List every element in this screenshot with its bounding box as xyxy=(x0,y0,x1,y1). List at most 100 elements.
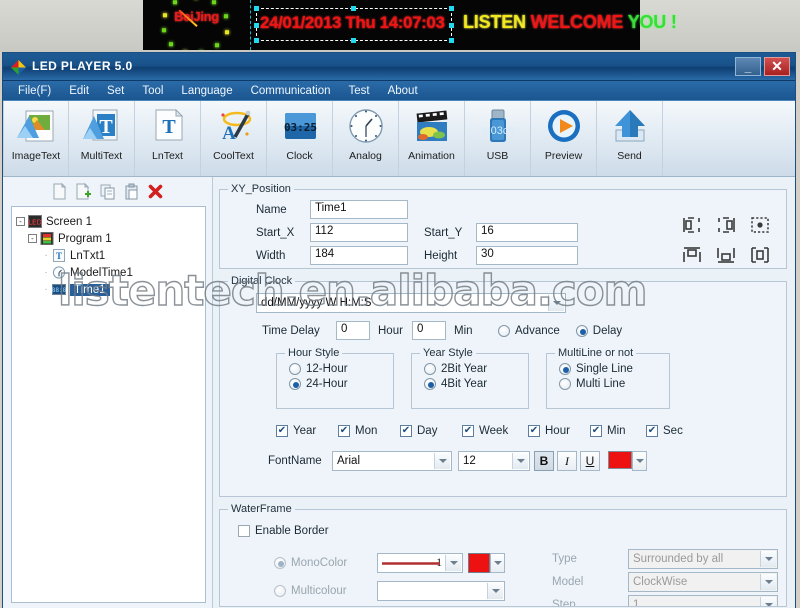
checkbox-year[interactable]: ✔ Year xyxy=(276,425,338,437)
monocolor-dropdown[interactable] xyxy=(490,553,505,573)
radio-24-hour[interactable] xyxy=(289,378,301,390)
enable-border-option[interactable]: Enable Border xyxy=(228,525,778,537)
checkbox-box[interactable]: ✔ xyxy=(528,425,540,437)
enable-border-checkbox[interactable] xyxy=(238,525,250,537)
checkbox-box[interactable]: ✔ xyxy=(338,425,350,437)
delay-radio[interactable] xyxy=(575,324,588,337)
advance-radio-option[interactable]: Advance xyxy=(498,324,560,337)
font-color-picker[interactable] xyxy=(608,451,647,471)
menu-test[interactable]: Test xyxy=(340,83,379,99)
model-combo[interactable]: ClockWise xyxy=(628,572,778,592)
align-right-icon[interactable] xyxy=(715,215,737,235)
toolbar-button-multitext[interactable]: T MultiText xyxy=(69,101,135,176)
paste-icon[interactable] xyxy=(123,183,140,200)
multicolour-option[interactable]: Multicolour xyxy=(228,581,538,601)
monocolor-swatch[interactable] xyxy=(468,553,490,573)
tree-expander[interactable]: - xyxy=(28,234,37,243)
advance-radio[interactable] xyxy=(498,324,510,337)
chevron-down-icon[interactable] xyxy=(487,583,503,599)
toolbar-button-imagetext[interactable]: ImageText xyxy=(3,101,69,176)
tree-node-lntxt1[interactable]: · T LnTxt1 xyxy=(16,247,201,264)
align-center-vertical-icon[interactable] xyxy=(749,245,771,265)
close-button[interactable]: ✕ xyxy=(764,57,790,76)
checkbox-hour[interactable]: ✔ Hour xyxy=(528,425,590,437)
checkbox-box[interactable]: ✔ xyxy=(590,425,602,437)
monocolor-style-combo[interactable]: 1 xyxy=(377,553,463,573)
chevron-down-icon[interactable] xyxy=(512,453,528,469)
checkbox-week[interactable]: ✔ Week xyxy=(462,425,528,437)
menu-about[interactable]: About xyxy=(379,83,427,99)
delay-radio-option[interactable]: Delay xyxy=(575,324,622,337)
menu-set[interactable]: Set xyxy=(98,83,133,99)
align-bottom-icon[interactable] xyxy=(715,245,737,265)
multicolour-combo[interactable] xyxy=(377,581,505,601)
start-x-input[interactable]: 112 xyxy=(310,223,408,242)
chevron-down-icon[interactable] xyxy=(760,551,776,567)
radio-multi-line[interactable] xyxy=(559,378,571,390)
monocolor-radio[interactable] xyxy=(274,557,286,569)
checkbox-min[interactable]: ✔ Min xyxy=(590,425,646,437)
align-left-icon[interactable] xyxy=(681,215,703,235)
type-combo[interactable]: Surrounded by all xyxy=(628,549,778,569)
toolbar-button-lntext[interactable]: T LnText xyxy=(135,101,201,176)
toolbar-button-cooltext[interactable]: A CoolText xyxy=(201,101,267,176)
led-display-panel[interactable]: BeiJing 24/01/2013 Thu 14:07:03 LISTEN W… xyxy=(143,0,677,50)
tree-node-program1[interactable]: - Program 1 xyxy=(16,230,201,247)
checkbox-mon[interactable]: ✔ Mon xyxy=(338,425,400,437)
italic-button[interactable]: I xyxy=(557,451,577,471)
align-center-horizontal-icon[interactable] xyxy=(749,215,771,235)
underline-button[interactable]: U xyxy=(580,451,600,471)
checkbox-sec[interactable]: ✔ Sec xyxy=(646,425,702,437)
multicolour-radio[interactable] xyxy=(274,585,286,597)
delay-hour-input[interactable]: 0 xyxy=(336,321,370,340)
new-file-icon[interactable] xyxy=(51,183,68,200)
multiline-option-single[interactable]: Single Line xyxy=(559,363,661,375)
toolbar-button-animation[interactable]: Animation xyxy=(399,101,465,176)
chevron-down-icon[interactable] xyxy=(445,555,461,571)
delay-min-input[interactable]: 0 xyxy=(412,321,446,340)
toolbar-button-usb[interactable]: \u03c8 USB xyxy=(465,101,531,176)
year-style-option-2bit[interactable]: 2Bit Year xyxy=(424,363,520,375)
menu-language[interactable]: Language xyxy=(172,83,241,99)
project-tree[interactable]: - LED Screen 1 - Program 1 · T LnTxt1 · … xyxy=(11,206,206,603)
start-y-input[interactable]: 16 xyxy=(476,223,578,242)
monocolor-option[interactable]: MonoColor 1 xyxy=(228,553,538,573)
delete-icon[interactable] xyxy=(147,183,164,200)
radio-2bit-year[interactable] xyxy=(424,363,436,375)
step-combo[interactable]: 1 xyxy=(628,595,778,606)
tree-node-time1[interactable]: · 88:8 Time1 xyxy=(16,281,201,298)
toolbar-button-preview[interactable]: Preview xyxy=(531,101,597,176)
chevron-down-icon[interactable] xyxy=(434,453,450,469)
font-size-combo[interactable]: 12 xyxy=(458,451,530,471)
font-family-combo[interactable]: Arial xyxy=(332,451,452,471)
checkbox-box[interactable]: ✔ xyxy=(646,425,658,437)
multiline-option-multi[interactable]: Multi Line xyxy=(559,378,661,390)
add-file-icon[interactable] xyxy=(75,183,92,200)
menu-file[interactable]: File(F) xyxy=(9,83,60,99)
chevron-down-icon[interactable] xyxy=(760,574,776,590)
radio-4bit-year[interactable] xyxy=(424,378,436,390)
radio-12-hour[interactable] xyxy=(289,363,301,375)
tree-node-screen1[interactable]: - LED Screen 1 xyxy=(16,213,201,230)
menu-tool[interactable]: Tool xyxy=(133,83,172,99)
copy-icon[interactable] xyxy=(99,183,116,200)
checkbox-box[interactable]: ✔ xyxy=(462,425,474,437)
checkbox-box[interactable]: ✔ xyxy=(276,425,288,437)
hour-style-option-12[interactable]: 12-Hour xyxy=(289,363,385,375)
name-input[interactable]: Time1 xyxy=(310,200,408,219)
radio-single-line[interactable] xyxy=(559,363,571,375)
toolbar-button-send[interactable]: Send xyxy=(597,101,663,176)
menu-edit[interactable]: Edit xyxy=(60,83,98,99)
date-format-combo[interactable]: dd/MM/yyyy W H:M:S xyxy=(256,293,566,313)
hour-style-option-24[interactable]: 24-Hour xyxy=(289,378,385,390)
minimize-button[interactable]: _ xyxy=(735,57,761,76)
led-analog-clock-cell[interactable]: BeiJing xyxy=(143,0,251,50)
font-color-dropdown[interactable] xyxy=(632,451,647,471)
width-input[interactable]: 184 xyxy=(310,246,408,265)
checkbox-box[interactable]: ✔ xyxy=(400,425,412,437)
toolbar-button-clock[interactable]: 03:25 Clock xyxy=(267,101,333,176)
chevron-down-icon[interactable] xyxy=(760,597,776,606)
selection-box[interactable] xyxy=(254,6,454,43)
checkbox-day[interactable]: ✔ Day xyxy=(400,425,462,437)
tree-expander[interactable]: - xyxy=(16,217,25,226)
